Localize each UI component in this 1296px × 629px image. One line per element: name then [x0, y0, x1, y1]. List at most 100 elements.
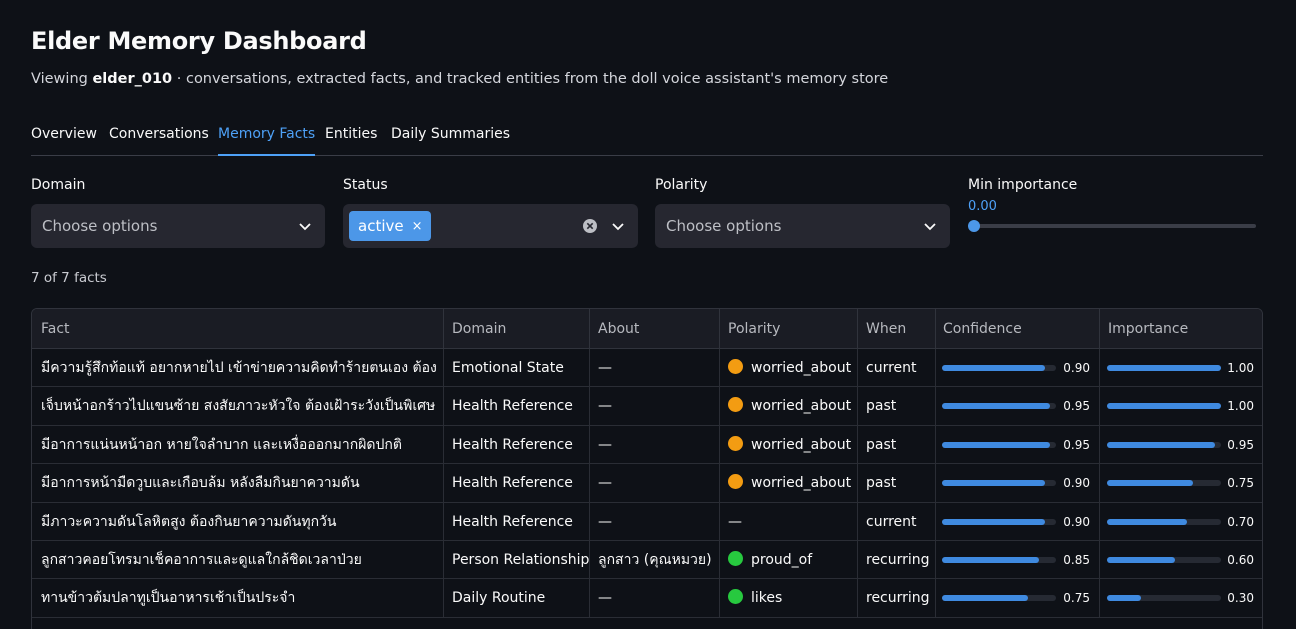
- status-chip-label: active: [358, 217, 404, 235]
- cell-when: current: [857, 349, 936, 387]
- column-header-importance[interactable]: Importance: [1099, 309, 1262, 349]
- tab-bar: Overview Conversations Memory Facts Enti…: [31, 124, 1263, 156]
- tab-overview[interactable]: Overview: [31, 124, 97, 156]
- cell-fact: ลูกสาวคอยโทรมาเช็คอาการและดูแลใกล้ชิดเวล…: [32, 541, 444, 579]
- cell-polarity: worried_about: [719, 425, 858, 464]
- importance-value: 0.60: [1227, 553, 1254, 567]
- confidence-value: 0.95: [1063, 437, 1090, 452]
- importance-value: 0.75: [1227, 476, 1254, 491]
- cell-about: —: [589, 349, 720, 387]
- subtitle-suffix: · conversations, extracted facts, and tr…: [172, 71, 889, 87]
- table-row[interactable]: ลูกสาวคอยโทรมาเช็คอาการและดูแลใกล้ชิดเวล…: [32, 541, 1262, 580]
- facts-table: Fact Domain About Polarity When Confiden…: [31, 308, 1263, 629]
- column-header-about[interactable]: About: [589, 309, 720, 349]
- tab-conversations[interactable]: Conversations: [109, 124, 209, 156]
- polarity-select-placeholder: Choose options: [666, 217, 782, 235]
- importance-value: 0.95: [1227, 437, 1254, 452]
- fact-count: 7 of 7 facts: [31, 270, 107, 286]
- importance-value: 0.70: [1227, 514, 1254, 529]
- cell-polarity: worried_about: [719, 387, 858, 426]
- cell-confidence: 0.95: [934, 425, 1100, 464]
- column-header-domain[interactable]: Domain: [443, 309, 590, 349]
- importance-bar-fill: [1107, 441, 1216, 448]
- cell-fact: มีภาวะความดันโลหิตสูง ต้องกินยาความดันทุ…: [32, 502, 444, 541]
- confidence-value: 0.95: [1063, 399, 1090, 414]
- confidence-bar: [942, 557, 1056, 563]
- cell-fact: มีความรู้สึกท้อแท้ อยากหายไป เข้าข่ายควา…: [32, 349, 444, 387]
- table-header: Fact Domain About Polarity When Confiden…: [32, 309, 1262, 349]
- importance-bar-fill: [1107, 365, 1221, 371]
- confidence-bar-fill: [942, 595, 1028, 602]
- cell-domain: Daily Routine: [443, 579, 590, 618]
- cell-when: recurring: [857, 541, 936, 579]
- column-header-polarity[interactable]: Polarity: [719, 309, 858, 349]
- importance-bar: [1107, 557, 1221, 563]
- polarity-text: worried_about: [751, 475, 852, 492]
- importance-bar-fill: [1107, 403, 1221, 410]
- confidence-bar-fill: [942, 365, 1045, 371]
- cell-importance: 0.75: [1099, 464, 1262, 502]
- cell-domain: Health Reference: [443, 464, 590, 503]
- tab-daily-summaries[interactable]: Daily Summaries: [391, 124, 510, 156]
- table-row[interactable]: เจ็บหน้าอกร้าวไปแขนซ้าย สงสัยภาวะหัวใจ ต…: [32, 387, 1262, 426]
- importance-value: 0.30: [1227, 591, 1254, 606]
- domain-filter-label: Domain: [31, 177, 86, 193]
- polarity-dot-icon: [728, 589, 743, 605]
- min-importance-value: 0.00: [968, 199, 997, 214]
- cell-when: current: [857, 502, 936, 541]
- cell-importance: 0.30: [1099, 579, 1262, 617]
- confidence-value: 0.85: [1063, 553, 1090, 567]
- table-row[interactable]: มีอาการหน้ามืดวูบและเกือบล้ม หลังลืมกินย…: [32, 464, 1262, 503]
- table-row[interactable]: มีอาการแน่นหน้าอก หายใจลำบาก และเหงื่อออ…: [32, 425, 1262, 465]
- domain-select-placeholder: Choose options: [42, 217, 158, 235]
- cell-about: —: [589, 425, 720, 464]
- cell-domain: Person Relationship: [443, 541, 590, 579]
- page-title: Elder Memory Dashboard: [31, 27, 367, 55]
- cell-about: —: [589, 387, 720, 426]
- subtitle-prefix: Viewing: [31, 71, 93, 87]
- confidence-bar: [942, 365, 1056, 371]
- column-header-fact[interactable]: Fact: [32, 309, 444, 349]
- page-subtitle: Viewing elder_010 · conversations, extra…: [31, 71, 888, 87]
- table-row[interactable]: มีภาวะความดันโลหิตสูง ต้องกินยาความดันทุ…: [32, 502, 1262, 541]
- cell-confidence: 0.90: [934, 349, 1100, 387]
- importance-bar-fill: [1107, 595, 1142, 602]
- domain-select[interactable]: Choose options: [31, 204, 325, 248]
- table-row[interactable]: ทานข้าวต้มปลาทูเป็นอาหารเช้าเป็นประจำ Dai…: [32, 579, 1262, 618]
- tab-entities[interactable]: Entities: [325, 124, 377, 156]
- confidence-bar-fill: [942, 557, 1039, 563]
- confidence-bar: [942, 518, 1056, 525]
- cell-fact: มีอาการแน่นหน้าอก หายใจลำบาก และเหงื่อออ…: [32, 425, 444, 464]
- column-header-when[interactable]: When: [857, 309, 936, 349]
- importance-bar: [1107, 441, 1221, 448]
- cell-fact: ทานข้าวต้มปลาทูเป็นอาหารเช้าเป็นประจำ: [32, 579, 444, 618]
- clear-all-icon[interactable]: [582, 218, 598, 234]
- confidence-bar: [942, 403, 1056, 410]
- table-row[interactable]: มีความรู้สึกท้อแท้ อยากหายไป เข้าข่ายควา…: [32, 349, 1262, 388]
- min-importance-thumb[interactable]: [968, 220, 980, 232]
- polarity-select[interactable]: Choose options: [655, 204, 950, 248]
- status-select[interactable]: active ×: [343, 204, 638, 248]
- confidence-bar: [942, 595, 1056, 602]
- cell-importance: 0.60: [1099, 541, 1262, 579]
- cell-about: —: [589, 502, 720, 541]
- cell-polarity: worried_about: [719, 464, 858, 503]
- cell-importance: 0.70: [1099, 503, 1262, 541]
- cell-importance: 0.95: [1099, 426, 1262, 464]
- chevron-down-icon: [299, 223, 311, 231]
- cell-polarity: likes: [719, 579, 858, 618]
- confidence-bar-fill: [942, 518, 1045, 525]
- cell-confidence: 0.75: [934, 579, 1100, 618]
- importance-bar: [1107, 403, 1221, 410]
- polarity-dot-icon: [728, 359, 743, 374]
- importance-value: 1.00: [1227, 361, 1254, 375]
- column-header-confidence[interactable]: Confidence: [934, 309, 1100, 349]
- importance-bar-fill: [1107, 480, 1193, 487]
- cell-about: —: [589, 464, 720, 503]
- min-importance-track[interactable]: [974, 224, 1256, 228]
- confidence-bar: [942, 480, 1056, 487]
- chip-remove-icon[interactable]: ×: [412, 219, 423, 234]
- polarity-dot-icon: [728, 397, 743, 413]
- chevron-down-icon: [924, 223, 936, 231]
- tab-memory-facts[interactable]: Memory Facts: [218, 124, 316, 156]
